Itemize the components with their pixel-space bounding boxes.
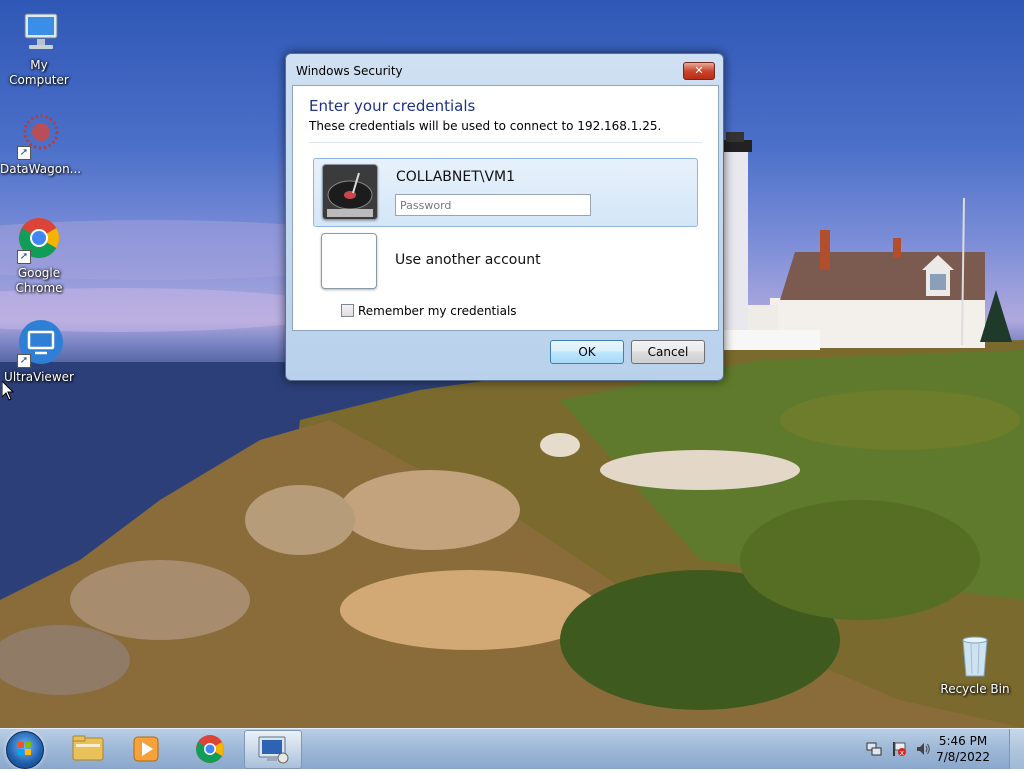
recycle-bin-icon xyxy=(951,632,999,680)
datawagon-icon: ➚ xyxy=(15,112,63,160)
remember-credentials-row[interactable]: Remember my credentials xyxy=(341,304,517,318)
volume-icon[interactable] xyxy=(915,741,931,757)
remember-checkbox[interactable] xyxy=(341,304,354,317)
windows-logo-icon xyxy=(18,742,31,755)
desktop-icon-google-chrome[interactable]: ➚ Google Chrome xyxy=(0,216,78,296)
shortcut-arrow-icon: ➚ xyxy=(17,354,31,368)
shortcut-arrow-icon: ➚ xyxy=(17,250,31,264)
desktop-icon-my-computer[interactable]: My Computer xyxy=(0,8,78,88)
svg-text:x: x xyxy=(900,749,904,757)
dialog-title: Windows Security xyxy=(296,64,403,78)
shortcut-arrow-icon: ➚ xyxy=(17,146,31,160)
ok-button[interactable]: OK xyxy=(550,340,624,364)
network-icon[interactable] xyxy=(866,741,882,757)
dialog-body: Enter your credentials These credentials… xyxy=(292,85,719,331)
cancel-button[interactable]: Cancel xyxy=(631,340,705,364)
ultraviewer-icon: ➚ xyxy=(15,320,63,368)
desktop-icon-label: Google Chrome xyxy=(15,266,63,295)
divider xyxy=(309,142,702,143)
dialog-subtext: These credentials will be used to connec… xyxy=(309,119,662,133)
chrome-icon xyxy=(196,735,224,763)
other-account-label: Use another account xyxy=(395,252,541,268)
tray-clock[interactable]: 5:46 PM 7/8/2022 xyxy=(936,733,990,765)
clock-time: 5:46 PM xyxy=(938,734,988,748)
desktop-icon-label: DataWagon... xyxy=(0,162,82,176)
remember-label: Remember my credentials xyxy=(358,304,517,318)
mouse-cursor-icon xyxy=(2,381,14,401)
desktop-icon-label: My Computer xyxy=(9,58,69,87)
media-player-icon xyxy=(133,736,159,762)
action-center-flag-icon[interactable]: x xyxy=(891,741,907,757)
account-tile-selected[interactable]: COLLABNET\VM1 xyxy=(313,158,698,227)
desktop: My Computer ➚ DataWagon... ➚ Google Chro… xyxy=(0,0,1024,728)
account-name: COLLABNET\VM1 xyxy=(396,169,516,185)
blank-user-icon xyxy=(321,233,377,289)
desktop-icon-recycle-bin[interactable]: Recycle Bin xyxy=(936,632,1014,697)
show-desktop-button[interactable] xyxy=(1009,729,1024,769)
chrome-icon: ➚ xyxy=(15,216,63,264)
desktop-icon-ultraviewer[interactable]: ➚ UltraViewer xyxy=(0,320,78,385)
password-input[interactable] xyxy=(395,194,591,216)
remote-desktop-icon xyxy=(258,736,289,764)
user-picture-icon xyxy=(322,164,378,220)
dialog-heading: Enter your credentials xyxy=(309,97,476,115)
taskbar-media-player[interactable] xyxy=(118,730,174,767)
computer-icon xyxy=(15,8,63,56)
clock-date: 7/8/2022 xyxy=(936,750,990,764)
desktop-icon-label: Recycle Bin xyxy=(940,682,1010,696)
file-explorer-icon xyxy=(72,735,104,761)
taskbar-remote-desktop[interactable] xyxy=(244,730,302,769)
taskbar: x 5:46 PM 7/8/2022 xyxy=(0,728,1024,769)
close-button[interactable]: ✕ xyxy=(683,62,715,80)
taskbar-file-explorer[interactable] xyxy=(60,730,116,767)
desktop-icon-datawagon[interactable]: ➚ DataWagon... xyxy=(0,112,82,177)
account-tile-other[interactable]: Use another account xyxy=(313,230,696,292)
taskbar-chrome[interactable] xyxy=(182,730,238,767)
start-button[interactable] xyxy=(6,731,44,769)
windows-security-dialog: Windows Security ✕ Enter your credential… xyxy=(285,53,724,381)
